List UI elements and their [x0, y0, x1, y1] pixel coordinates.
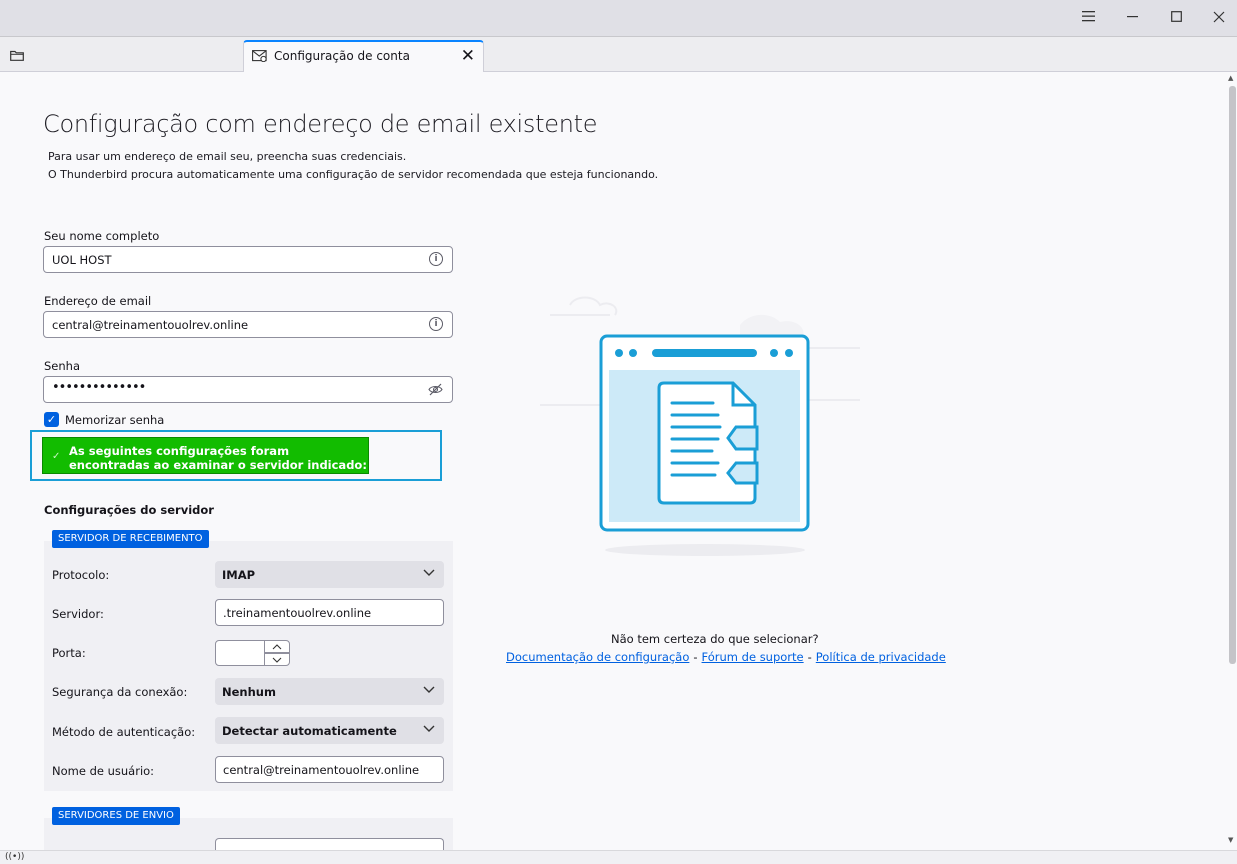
- chevron-down-icon: [272, 657, 282, 663]
- password-value: ••••••••••••••: [52, 380, 146, 395]
- port-increase-button[interactable]: [264, 640, 290, 653]
- email-value: central@treinamentouolrev.online: [52, 318, 249, 332]
- protocol-label: Protocolo:: [52, 568, 110, 582]
- eye-hidden-icon[interactable]: [428, 383, 443, 399]
- page-description-line1: Para usar um endereço de email seu, pree…: [48, 150, 407, 163]
- chevron-down-icon: [423, 566, 435, 578]
- help-question: Não tem certeza do que selecionar?: [611, 632, 819, 646]
- email-label: Endereço de email: [44, 294, 152, 308]
- username-value: central@treinamentouolrev.online: [223, 763, 420, 777]
- security-select[interactable]: Nenhum: [215, 678, 444, 705]
- link-separator: -: [693, 650, 698, 664]
- protocol-select[interactable]: IMAP: [215, 561, 444, 588]
- tab-label: Configuração de conta: [274, 49, 410, 63]
- password-field[interactable]: ••••••••••••••: [43, 376, 453, 403]
- port-input[interactable]: [215, 640, 265, 666]
- minimize-icon[interactable]: [1111, 0, 1155, 33]
- notice-text: As seguintes configurações foram encontr…: [69, 444, 367, 472]
- name-label: Seu nome completo: [44, 229, 160, 243]
- auth-value: Detectar automaticamente: [222, 724, 397, 738]
- port-label: Porta:: [52, 646, 86, 660]
- folder-icon[interactable]: [6, 46, 28, 64]
- remember-password-label[interactable]: Memorizar senha: [65, 413, 164, 427]
- email-field[interactable]: central@treinamentouolrev.online i: [43, 311, 453, 338]
- username-label: Nome de usuário:: [52, 764, 155, 778]
- title-bar: [0, 0, 1237, 37]
- info-icon: i: [429, 252, 443, 266]
- account-settings-icon: [252, 50, 268, 64]
- page-title: Configuração com endereço de email exist…: [43, 110, 598, 138]
- privacy-link[interactable]: Política de privacidade: [816, 650, 946, 664]
- close-icon[interactable]: [1197, 0, 1237, 33]
- chevron-down-icon: [423, 722, 435, 734]
- password-label: Senha: [44, 359, 80, 373]
- check-icon: ✓: [52, 451, 61, 462]
- info-icon: i: [429, 317, 443, 331]
- outgoing-server-badge: SERVIDORES DE ENVIO: [52, 807, 180, 825]
- remember-password-checkbox[interactable]: ✓: [44, 412, 59, 427]
- vertical-scrollbar[interactable]: ▲ ▼: [1227, 72, 1237, 850]
- forum-link[interactable]: Fórum de suporte: [702, 650, 804, 664]
- auth-label: Método de autenticação:: [52, 725, 196, 739]
- config-found-notice: ✓ As seguintes configurações foram encon…: [42, 437, 369, 474]
- tab-account-settings[interactable]: Configuração de conta ✕: [243, 40, 484, 72]
- tab-close-icon[interactable]: ✕: [461, 45, 475, 67]
- maximize-icon[interactable]: [1155, 0, 1199, 33]
- username-input[interactable]: central@treinamentouolrev.online: [215, 756, 444, 783]
- scroll-up-icon[interactable]: ▲: [1228, 74, 1233, 82]
- tab-bar: Configuração de conta ✕: [0, 37, 1237, 72]
- scrollbar-thumb[interactable]: [1229, 86, 1236, 664]
- auth-select[interactable]: Detectar automaticamente: [215, 717, 444, 744]
- incoming-server-badge: SERVIDOR DE RECEBIMENTO: [52, 530, 209, 548]
- server-input[interactable]: .treinamentouolrev.online: [215, 599, 444, 626]
- name-field[interactable]: UOL HOST i: [43, 246, 453, 273]
- docs-link[interactable]: Documentação de configuração: [506, 650, 689, 664]
- activity-icon[interactable]: ((•)): [5, 852, 24, 862]
- chevron-up-icon: [272, 643, 282, 649]
- status-bar: ((•)): [0, 850, 1237, 864]
- server-label: Servidor:: [52, 607, 104, 621]
- hamburger-menu-icon[interactable]: [1067, 0, 1111, 33]
- protocol-value: IMAP: [222, 568, 256, 582]
- account-setup-illustration: [540, 290, 870, 560]
- security-label: Segurança da conexão:: [52, 685, 188, 699]
- chevron-down-icon: [423, 683, 435, 695]
- name-value: UOL HOST: [52, 253, 112, 267]
- port-decrease-button[interactable]: [264, 653, 290, 666]
- scroll-down-icon[interactable]: ▼: [1228, 836, 1233, 844]
- server-section-title: Configurações do servidor: [44, 503, 214, 517]
- security-value: Nenhum: [222, 685, 276, 699]
- outgoing-server-input[interactable]: [215, 838, 444, 850]
- help-links: Documentação de configuração - Fórum de su…: [506, 650, 946, 664]
- server-value: .treinamentouolrev.online: [223, 606, 372, 620]
- link-separator: -: [807, 650, 812, 664]
- page-description-line2: O Thunderbird procura automaticamente um…: [48, 168, 659, 181]
